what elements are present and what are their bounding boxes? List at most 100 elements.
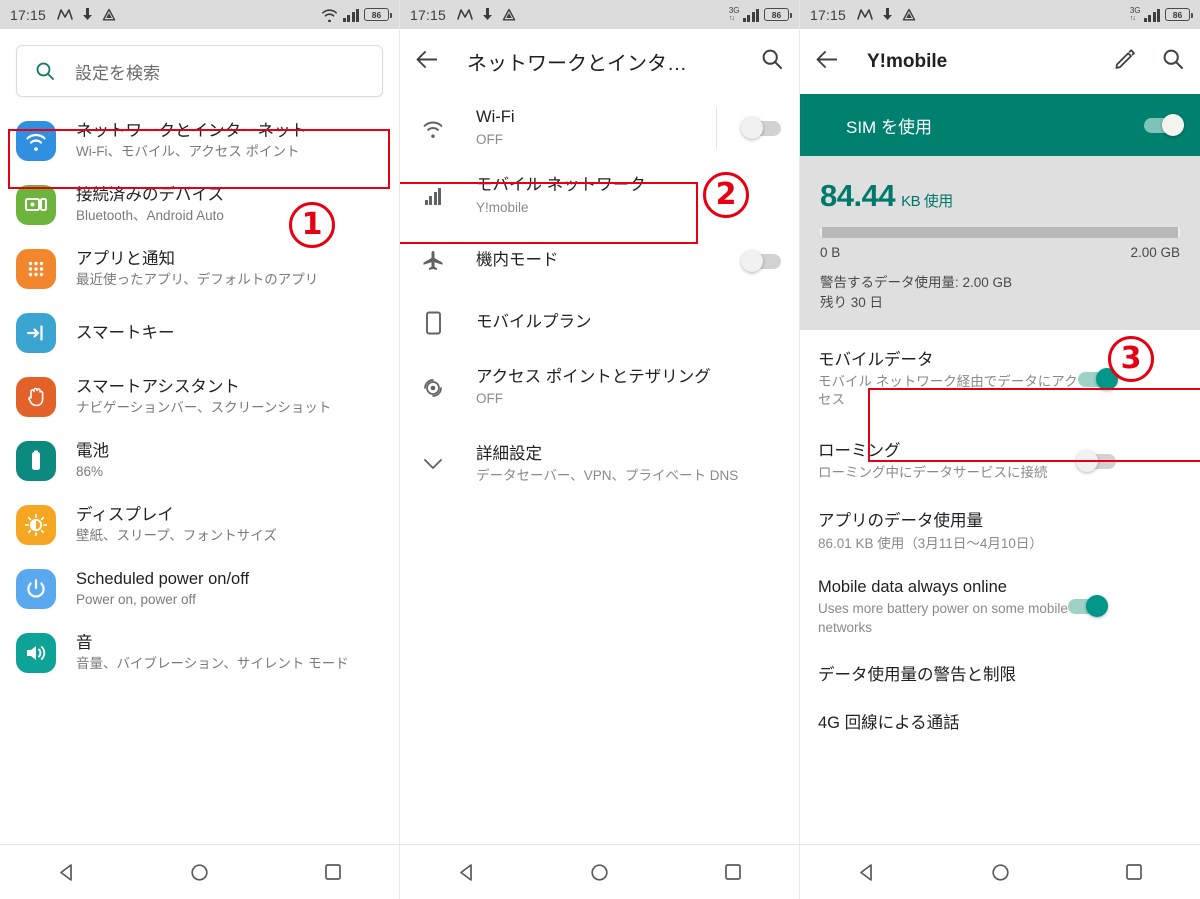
sim-item-data-warning-limit[interactable]: データ使用量の警告と制限 bbox=[800, 649, 1200, 703]
sim-item-roaming[interactable]: ローミング ローミング中にデータサービスに接続 bbox=[800, 423, 1200, 499]
annotation-circle-1: 1 bbox=[289, 202, 335, 248]
sim-item-subtitle: Uses more battery power on some mobile n… bbox=[818, 601, 1068, 635]
search-placeholder: 設定を検索 bbox=[75, 63, 160, 83]
network-item-wifi[interactable]: Wi-Fi OFF bbox=[400, 94, 799, 162]
settings-item-display[interactable]: ディスプレイ 壁紙、スリープ、フォントサイズ bbox=[0, 493, 399, 557]
progress-tick-start bbox=[820, 227, 822, 238]
nav-recents-icon[interactable] bbox=[1125, 863, 1143, 881]
toolbar-title: ネットワークとインタ… bbox=[467, 53, 687, 75]
annotation-circle-3: 3 bbox=[1108, 336, 1154, 382]
settings-item-subtitle: 86% bbox=[76, 464, 104, 480]
status-bar-time: 17:15 bbox=[810, 6, 847, 23]
settings-item-subtitle: Wi-Fi、モバイル、アクセス ポイント bbox=[76, 144, 300, 160]
smart-key-icon bbox=[16, 313, 56, 353]
data-arrows-icon: ↑↓ bbox=[1129, 15, 1136, 22]
network-item-advanced[interactable]: 詳細設定 データセーバー、VPN、プライベート DNS bbox=[400, 422, 799, 499]
settings-item-battery[interactable]: 電池 86% bbox=[0, 429, 399, 493]
settings-item-scheduled-power[interactable]: Scheduled power on/off Power on, power o… bbox=[0, 557, 399, 621]
search-icon[interactable] bbox=[761, 48, 783, 75]
airplane-mode-toggle[interactable] bbox=[741, 249, 781, 272]
mobile-data-toggle[interactable] bbox=[1078, 367, 1118, 390]
back-arrow-icon[interactable] bbox=[816, 50, 839, 74]
airplane-icon bbox=[418, 249, 448, 273]
signal-bars-status-icon bbox=[342, 8, 359, 22]
search-icon[interactable] bbox=[1162, 48, 1184, 75]
network-item-title: モバイルプラン bbox=[476, 313, 592, 332]
nav-recents-icon[interactable] bbox=[324, 863, 342, 881]
mobile-data-always-online-toggle[interactable] bbox=[1068, 595, 1108, 618]
nav-home-icon[interactable] bbox=[190, 863, 209, 882]
divider bbox=[716, 107, 717, 149]
nav-home-icon[interactable] bbox=[590, 863, 609, 882]
sim-item-mobile-data-always-online[interactable]: Mobile data always online Uses more batt… bbox=[800, 565, 1200, 649]
settings-item-title: Scheduled power on/off bbox=[76, 569, 250, 588]
nav-home-icon[interactable] bbox=[991, 863, 1010, 882]
status-bar: 17:15 86 bbox=[0, 0, 399, 29]
status-bar: 17:15 3G ↑↓ 86 bbox=[800, 0, 1200, 29]
settings-item-title: アプリと通知 bbox=[76, 249, 175, 268]
status-bar-time: 17:15 bbox=[410, 6, 447, 23]
settings-item-apps-notifications[interactable]: アプリと通知 最近使ったアプリ、デフォルトのアプリ bbox=[0, 237, 399, 301]
data-usage-unit: KB 使用 bbox=[901, 193, 953, 210]
back-arrow-icon[interactable] bbox=[416, 50, 439, 74]
settings-item-subtitle: 最近使ったアプリ、デフォルトのアプリ bbox=[76, 272, 319, 288]
navigation-bar bbox=[0, 844, 399, 899]
search-input[interactable]: 設定を検索 bbox=[16, 45, 383, 97]
signal-bars-status-icon bbox=[1143, 8, 1160, 22]
settings-item-connected-devices[interactable]: 接続済みのデバイス Bluetooth、Android Auto bbox=[0, 173, 399, 237]
settings-item-title: ネットワークとインターネット bbox=[76, 121, 307, 140]
battery-status-icon: 86 bbox=[1165, 8, 1193, 21]
toolbar: ネットワークとインタ… bbox=[400, 29, 799, 94]
navigation-bar bbox=[400, 844, 799, 899]
sim-item-subtitle: ローミング中にデータサービスに接続 bbox=[818, 464, 1048, 480]
apps-grid-icon bbox=[16, 249, 56, 289]
sim-item-app-data-usage[interactable]: アプリのデータ使用量 86.01 KB 使用（3月11日〜4月10日） bbox=[800, 499, 1200, 565]
network-item-subtitle: データセーバー、VPN、プライベート DNS bbox=[476, 468, 739, 484]
network-item-mobile-plan[interactable]: モバイルプラン bbox=[400, 292, 799, 354]
signal-bars-status-icon bbox=[742, 8, 759, 22]
status-bar-system-icons: 86 bbox=[321, 8, 392, 22]
status-bar-system-icons: 3G ↑↓ 86 bbox=[729, 7, 792, 22]
three-panel-screenshot: 17:15 86 設定を検索 ネットワークとインターネット Wi-Fi、モバイル… bbox=[0, 0, 1200, 899]
search-icon bbox=[36, 62, 54, 80]
wifi-icon bbox=[418, 119, 448, 138]
roaming-toggle[interactable] bbox=[1076, 449, 1116, 472]
sim-item-title: Mobile data always online bbox=[818, 578, 1007, 597]
settings-item-smart-key[interactable]: スマートキー bbox=[0, 301, 399, 365]
status-bar-notification-icons bbox=[57, 7, 116, 22]
pencil-icon[interactable] bbox=[1114, 48, 1136, 75]
sim-enable-toggle[interactable] bbox=[1144, 113, 1184, 136]
network-item-title: アクセス ポイントとテザリング bbox=[476, 368, 711, 386]
settings-item-smart-assistant[interactable]: スマートアシスタント ナビゲーションバー、スクリーンショット bbox=[0, 365, 399, 429]
settings-item-subtitle: ナビゲーションバー、スクリーンショット bbox=[76, 400, 332, 416]
network-item-title: 詳細設定 bbox=[476, 444, 542, 463]
sim-enable-label: SIM を使用 bbox=[846, 117, 932, 137]
sim-card-icon bbox=[418, 311, 448, 335]
settings-item-sound[interactable]: 音 音量、バイブレーション、サイレント モード bbox=[0, 621, 399, 685]
sim-item-4g-calling[interactable]: 4G 回線による通話 bbox=[800, 703, 1200, 744]
toolbar: Y!mobile bbox=[800, 29, 1200, 94]
settings-item-network[interactable]: ネットワークとインターネット Wi-Fi、モバイル、アクセス ポイント bbox=[0, 109, 399, 173]
data-usage-progress-bar bbox=[820, 227, 1180, 238]
sim-enable-bar[interactable]: SIM を使用 bbox=[800, 94, 1200, 156]
status-bar-system-icons: 3G ↑↓ 86 bbox=[1129, 7, 1193, 22]
nav-back-icon[interactable] bbox=[457, 863, 476, 882]
data-usage-warning-text: 警告するデータ使用量: 2.00 GB 残り 30 日 bbox=[820, 273, 1180, 314]
download-icon bbox=[83, 7, 93, 20]
settings-item-subtitle: 壁紙、スリープ、フォントサイズ bbox=[76, 528, 277, 544]
settings-item-title: 電池 bbox=[76, 441, 109, 460]
download-icon bbox=[883, 7, 893, 20]
nav-recents-icon[interactable] bbox=[724, 863, 742, 881]
wifi-toggle[interactable] bbox=[741, 116, 781, 139]
network-item-airplane-mode[interactable]: 機内モード bbox=[400, 230, 799, 292]
navigation-bar bbox=[800, 844, 1200, 899]
network-item-hotspot-tethering[interactable]: アクセス ポイントとテザリング OFF bbox=[400, 354, 799, 422]
data-usage-range-labels: 0 B 2.00 GB bbox=[820, 245, 1180, 260]
settings-item-title: スマートキー bbox=[76, 323, 175, 342]
sim-item-title: ローミング bbox=[818, 441, 901, 460]
nav-back-icon[interactable] bbox=[57, 863, 76, 882]
sim-settings-list: モバイルデータ モバイル ネットワーク経由でデータにアクセス ローミング ローミ… bbox=[800, 330, 1200, 745]
sim-item-title: モバイルデータ bbox=[818, 350, 934, 369]
nav-back-icon[interactable] bbox=[857, 863, 876, 882]
screen-sim-ymobile: 17:15 3G ↑↓ 86 Y!mobile SIM を使用 84.44 KB… bbox=[800, 0, 1200, 899]
